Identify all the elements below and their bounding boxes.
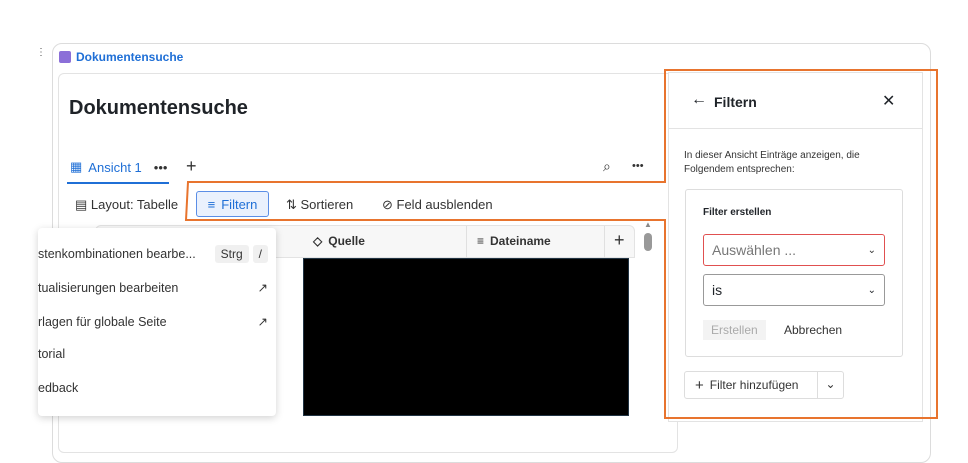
annotation-highlight bbox=[184, 69, 938, 419]
annotation-outline bbox=[184, 69, 938, 419]
